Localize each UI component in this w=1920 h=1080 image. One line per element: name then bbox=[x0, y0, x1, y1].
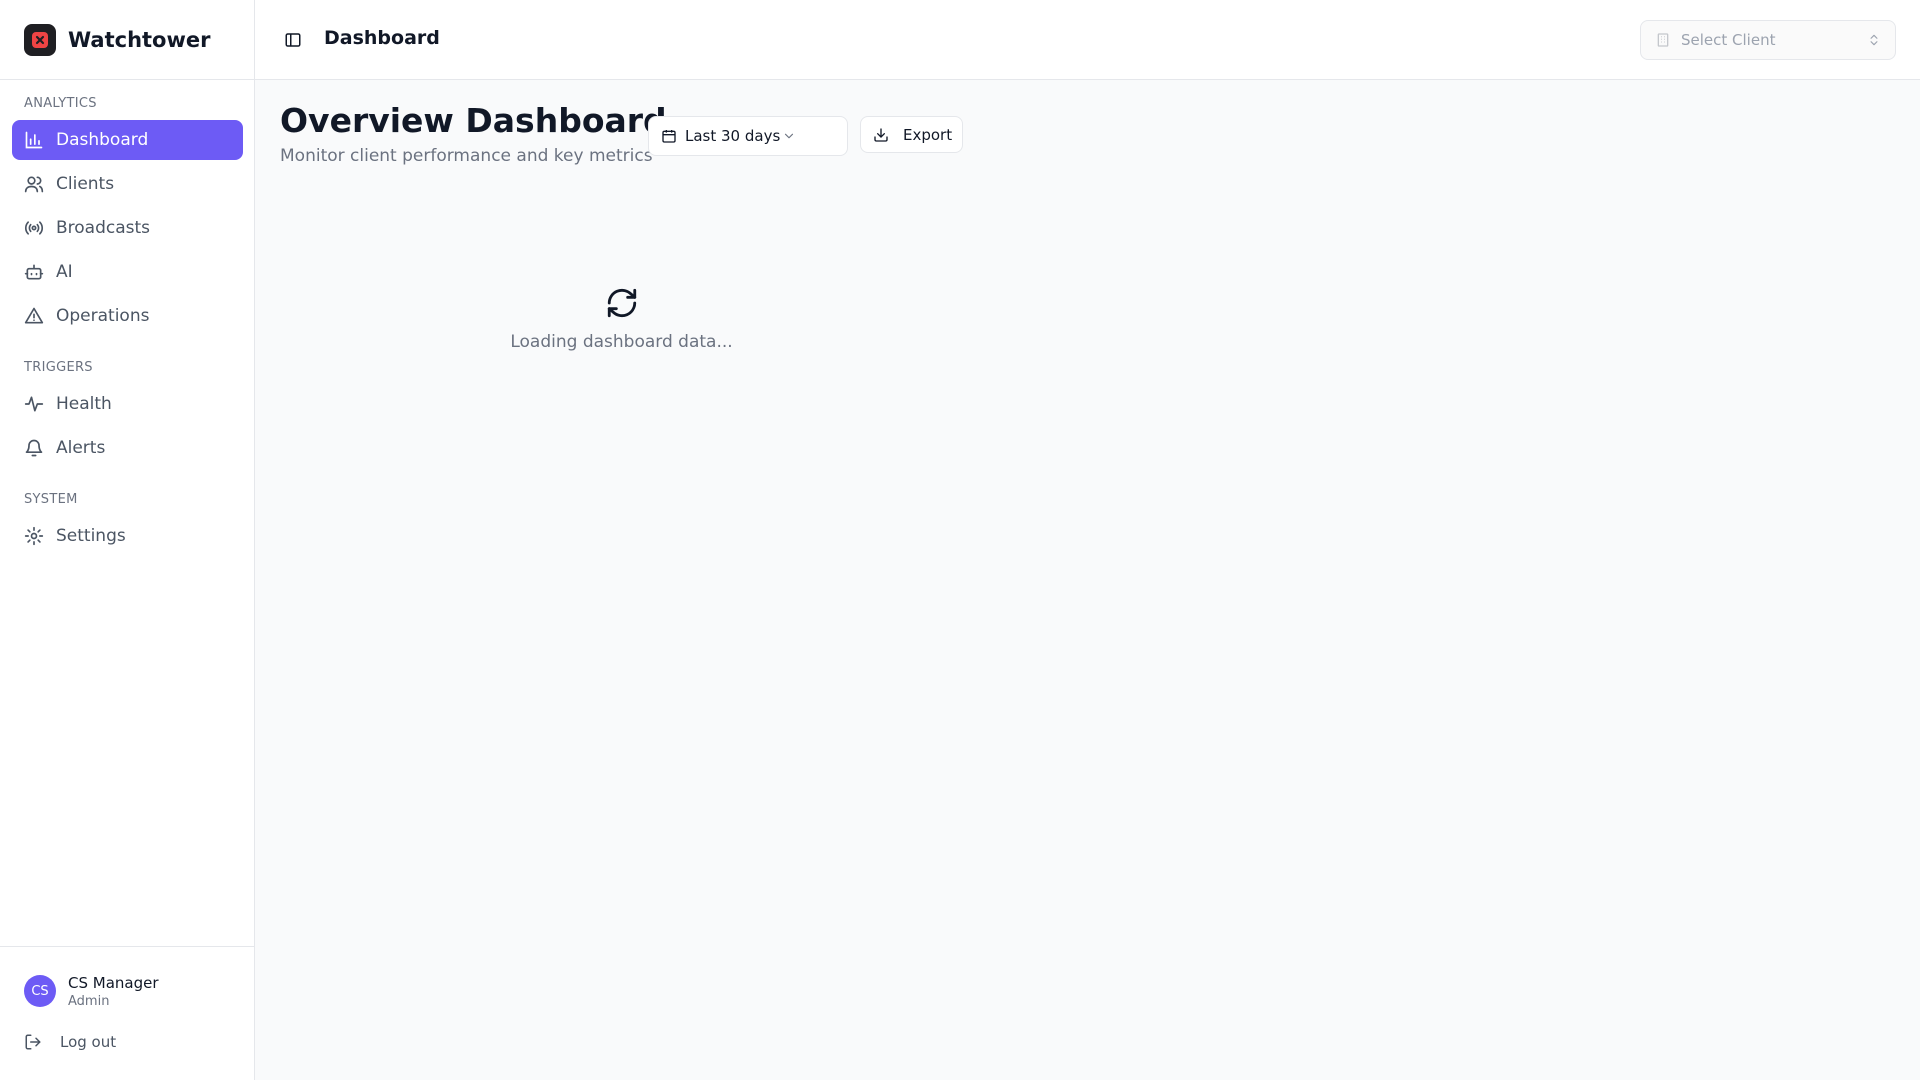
date-range-select[interactable]: Last 30 days bbox=[648, 116, 848, 156]
sidebar-item-label: Dashboard bbox=[56, 130, 149, 150]
chevron-down-icon bbox=[785, 133, 794, 139]
export-label: Export bbox=[903, 125, 953, 144]
activity-icon bbox=[24, 394, 44, 414]
sidebar-toggle-button[interactable] bbox=[281, 28, 305, 52]
logout-label: Log out bbox=[60, 1033, 117, 1051]
page-subtitle: Monitor client performance and key metri… bbox=[280, 146, 653, 166]
sidebar-item-ai[interactable]: AI bbox=[12, 252, 243, 292]
calendar-icon bbox=[662, 130, 676, 143]
sidebar-item-label: Clients bbox=[56, 174, 115, 194]
sidebar-item-label: Settings bbox=[56, 526, 126, 546]
panel-left-icon bbox=[285, 33, 301, 47]
gear-icon bbox=[24, 526, 44, 546]
section-label-triggers: TRIGGERS bbox=[24, 360, 93, 375]
warning-triangle-icon bbox=[24, 306, 44, 326]
sidebar-item-dashboard[interactable]: Dashboard bbox=[12, 120, 243, 160]
bot-icon bbox=[24, 262, 44, 282]
sidebar-item-label: Broadcasts bbox=[56, 218, 151, 238]
user-role: Admin bbox=[68, 994, 110, 1009]
sidebar-item-operations[interactable]: Operations bbox=[12, 296, 243, 336]
section-label-system: SYSTEM bbox=[24, 492, 78, 507]
loading-text: Loading dashboard data... bbox=[510, 332, 733, 352]
user-name: CS Manager bbox=[68, 974, 159, 992]
sidebar: Watchtower ANALYTICS Dashboard Clients B… bbox=[0, 0, 255, 1080]
sidebar-item-settings[interactable]: Settings bbox=[12, 516, 243, 556]
sidebar-item-broadcasts[interactable]: Broadcasts bbox=[12, 208, 243, 248]
logout-icon bbox=[25, 1034, 41, 1050]
sidebar-item-label: Operations bbox=[56, 306, 150, 326]
sidebar-item-label: Alerts bbox=[56, 438, 106, 458]
sidebar-item-health[interactable]: Health bbox=[12, 384, 243, 424]
radio-icon bbox=[24, 218, 44, 238]
section-label-analytics: ANALYTICS bbox=[24, 96, 97, 111]
bar-chart-icon bbox=[24, 130, 44, 150]
brand[interactable]: Watchtower bbox=[0, 0, 254, 80]
client-select-placeholder: Select Client bbox=[1681, 31, 1776, 49]
download-icon bbox=[874, 127, 888, 142]
avatar[interactable]: CS bbox=[24, 975, 56, 1007]
breadcrumb: Dashboard bbox=[324, 27, 440, 49]
refresh-icon bbox=[607, 288, 636, 318]
sidebar-item-alerts[interactable]: Alerts bbox=[12, 428, 243, 468]
sidebar-item-clients[interactable]: Clients bbox=[12, 164, 243, 204]
date-range-label: Last 30 days bbox=[685, 127, 781, 145]
sidebar-footer: CS CS Manager Admin Log out bbox=[0, 946, 254, 1080]
export-button[interactable]: Export bbox=[860, 116, 963, 153]
bell-icon bbox=[24, 438, 44, 458]
logout-button[interactable]: Log out bbox=[24, 1033, 116, 1051]
watchtower-logo-icon bbox=[24, 23, 56, 56]
sidebar-item-label: Health bbox=[56, 394, 112, 414]
top-bar: Dashboard Select Client bbox=[255, 0, 1920, 80]
client-select[interactable]: Select Client bbox=[1640, 20, 1896, 60]
page-title: Overview Dashboard bbox=[280, 101, 667, 140]
building-icon bbox=[1657, 33, 1669, 47]
loading-indicator: Loading dashboard data... bbox=[480, 286, 763, 352]
sidebar-item-label: AI bbox=[56, 262, 73, 282]
app-name: Watchtower bbox=[68, 27, 211, 52]
users-icon bbox=[24, 174, 44, 194]
chevrons-up-down-icon bbox=[1870, 34, 1878, 46]
